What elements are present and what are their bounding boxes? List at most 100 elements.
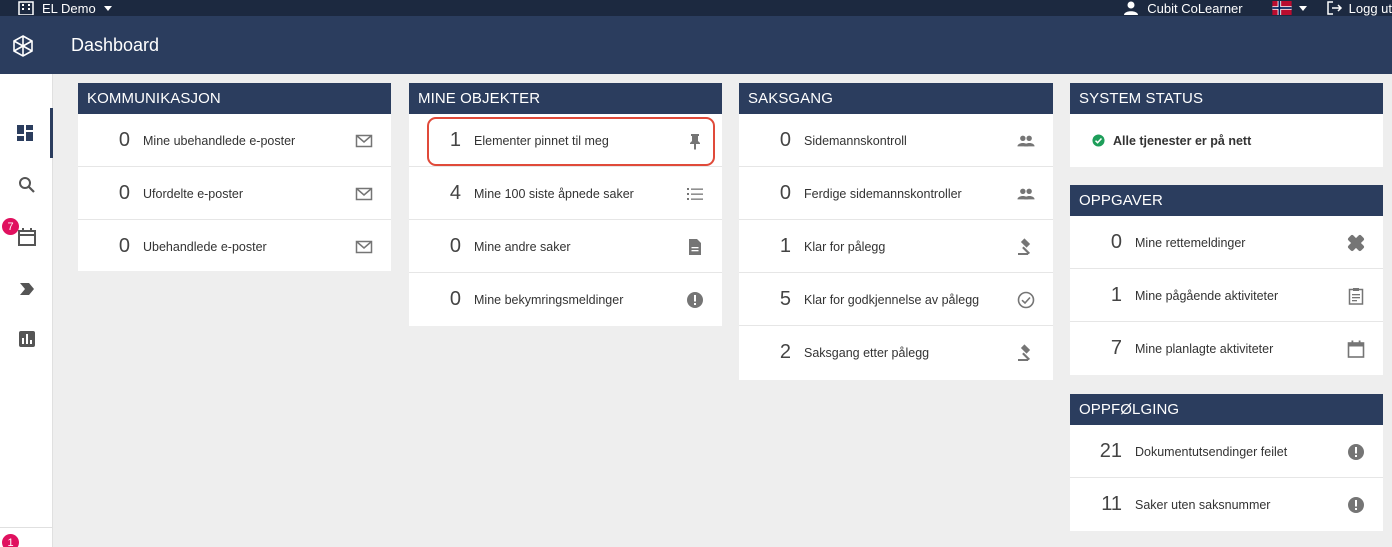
item-label: Mine pågående aktiviteter [1135,288,1279,303]
list-item[interactable]: 0 Mine bekymringsmeldinger [409,273,722,326]
calendar-icon [17,228,36,246]
status-text: Alle tjenester er på nett [1113,133,1252,148]
app-logo-icon[interactable] [11,34,35,58]
card-title: KOMMUNIKASJON [78,83,391,114]
card-title: SYSTEM STATUS [1070,83,1383,114]
list-item[interactable]: 1 Mine pågående aktiviteter [1070,269,1383,322]
list-item[interactable]: 21 Dokumentutsendinger feilet [1070,425,1383,478]
app-header: Dashboard [0,16,1392,74]
page-title: Dashboard [71,35,160,55]
search-icon [18,177,35,193]
sidebar: 7 1 [0,74,53,547]
item-count: 0 [118,235,130,257]
item-count: 0 [779,129,791,151]
item-count: 1 [449,129,461,151]
org-name: EL Demo [42,0,96,16]
card-saksgang: SAKSGANG 0 Sidemannskontroll 0 Ferdige s… [739,83,1053,380]
card-mine-objekter: MINE OBJEKTER 1 Elementer pinnet til meg… [409,83,722,326]
item-count: 5 [779,288,791,310]
item-label: Mine 100 siste åpnede saker [474,186,634,201]
card-title: OPPGAVER [1070,185,1383,216]
person-icon [1124,1,1139,15]
check-circle-icon [1092,134,1105,147]
alert-icon [1348,497,1364,513]
item-count: 0 [118,182,130,204]
sidebar-item-reports[interactable] [0,314,53,364]
mail-icon [355,187,373,201]
gavel-icon [1018,344,1031,361]
people-icon [1017,135,1035,147]
item-count: 11 [1101,493,1122,515]
list-item[interactable]: 11 Saker uten saksnummer [1070,478,1383,531]
list-item[interactable]: 0 Ufordelte e-poster [78,167,391,220]
people-icon [1017,188,1035,200]
item-count: 7 [1110,337,1122,359]
sidebar-divider [0,527,53,528]
norway-flag-icon [1272,1,1292,15]
item-label: Elementer pinnet til meg [474,133,609,148]
bandage-icon [1347,234,1365,252]
sidebar-item-labels[interactable] [0,264,53,314]
org-selector[interactable]: EL Demo [18,0,112,16]
item-count: 4 [449,182,461,204]
user-name: Cubit CoLearner [1147,0,1243,16]
item-count: 1 [779,235,791,257]
language-selector[interactable] [1271,1,1307,15]
list-item[interactable]: 2 Saksgang etter pålegg [739,326,1053,379]
list-item[interactable]: 0 Ubehandlede e-poster [78,220,391,273]
list-item[interactable]: 1 Elementer pinnet til meg [409,114,722,167]
mail-icon [355,240,373,254]
sidebar-item-dashboard[interactable] [0,108,53,158]
alert-icon [1348,444,1364,460]
item-label: Mine ubehandlede e-poster [143,133,296,148]
logout-label: Logg ut [1348,0,1392,16]
item-count: 0 [449,235,461,257]
item-count: 1 [1110,284,1122,306]
item-label: Mine rettemeldinger [1135,235,1246,250]
list-item[interactable]: 7 Mine planlagte aktiviteter [1070,322,1383,375]
item-count: 2 [779,341,791,363]
item-label: Sidemannskontroll [804,133,907,148]
bottom-badge: 1 [2,534,19,547]
item-count: 0 [449,288,461,310]
list-item[interactable]: 0 Mine ubehandlede e-poster [78,114,391,167]
item-label: Ubehandlede e-poster [143,239,267,254]
card-oppgaver: OPPGAVER 0 Mine rettemeldinger 1 Mine på… [1070,185,1383,375]
mail-icon [355,134,373,148]
item-count: 21 [1099,440,1122,462]
building-icon [18,1,34,15]
alert-icon [687,292,703,308]
list-item[interactable]: 1 Klar for pålegg [739,220,1053,273]
item-label: Saksgang etter pålegg [804,345,930,360]
list-item[interactable]: 4 Mine 100 siste åpnede saker [409,167,722,220]
bar-chart-icon [18,331,35,347]
item-label: Mine bekymringsmeldinger [474,292,624,307]
check-circle-icon [1017,291,1035,309]
item-count: 0 [1110,231,1122,253]
calendar-icon [1347,340,1365,358]
list-item[interactable]: 0 Mine rettemeldinger [1070,216,1383,269]
sidebar-item-search[interactable] [0,160,53,210]
card-kommunikasjon: KOMMUNIKASJON 0 Mine ubehandlede e-poste… [78,83,391,271]
item-count: 0 [118,129,130,151]
chevron-down-icon [103,5,112,11]
calendar-badge: 7 [2,218,19,235]
item-label: Dokumentutsendinger feilet [1135,444,1288,459]
dashboard-icon [17,125,33,141]
list-icon [687,188,703,200]
list-item[interactable]: 0 Mine andre saker [409,220,722,273]
pin-icon [690,134,700,150]
card-title: SAKSGANG [739,83,1053,114]
logout-icon [1326,1,1342,15]
logout-button[interactable]: Logg ut [1326,0,1392,16]
label-arrow-icon [19,283,34,295]
status-row: Alle tjenester er på nett [1070,114,1383,167]
list-item[interactable]: 0 Ferdige sidemannskontroller [739,167,1053,220]
card-oppfolging: OPPFØLGING 21 Dokumentutsendinger feilet… [1070,394,1383,531]
card-title: OPPFØLGING [1070,394,1383,425]
user-menu[interactable]: Cubit CoLearner [1123,0,1243,16]
list-item[interactable]: 0 Sidemannskontroll [739,114,1053,167]
top-bar: EL Demo Cubit CoLearner Logg ut [0,0,1392,16]
item-label: Ferdige sidemannskontroller [804,186,962,201]
list-item[interactable]: 5 Klar for godkjennelse av pålegg [739,273,1053,326]
